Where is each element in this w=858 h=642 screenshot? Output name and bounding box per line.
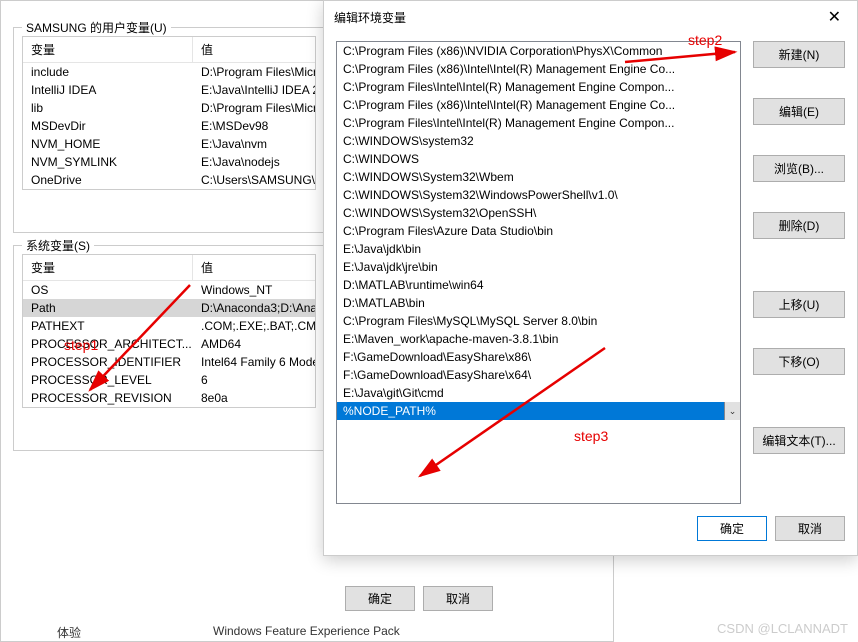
- table-row[interactable]: PathD:\Anaconda3;D:\Ana: [23, 299, 315, 317]
- cell-val: 8e0a: [193, 389, 315, 407]
- browse-button[interactable]: 浏览(B)...: [753, 155, 845, 182]
- path-item[interactable]: F:\GameDownload\EasyShare\x86\: [337, 348, 740, 366]
- cell-var: PROCESSOR_IDENTIFIER: [23, 353, 193, 371]
- cell-var: IntelliJ IDEA: [23, 81, 193, 99]
- col-var: 变量: [23, 37, 193, 62]
- title-bar: 编辑环境变量 ✕: [324, 1, 857, 33]
- cell-val: AMD64: [193, 335, 315, 353]
- col-val: 值: [193, 37, 315, 62]
- table-row[interactable]: OSWindows_NT: [23, 281, 315, 299]
- cell-val: D:\Program Files\Micr: [193, 99, 315, 117]
- col-val: 值: [193, 255, 315, 280]
- table-row[interactable]: libD:\Program Files\Micr: [23, 99, 315, 117]
- path-item[interactable]: C:\Program Files (x86)\Intel\Intel(R) Ma…: [337, 60, 740, 78]
- table-row[interactable]: IntelliJ IDEAE:\Java\IntelliJ IDEA 20: [23, 81, 315, 99]
- path-item[interactable]: E:\Maven_work\apache-maven-3.8.1\bin: [337, 330, 740, 348]
- cell-var: PATHEXT: [23, 317, 193, 335]
- cell-var: OneDrive: [23, 171, 193, 189]
- cell-val: D:\Anaconda3;D:\Ana: [193, 299, 315, 317]
- table-row[interactable]: PROCESSOR_LEVEL6: [23, 371, 315, 389]
- table-row[interactable]: includeD:\Program Files\Micr: [23, 63, 315, 81]
- table-row[interactable]: PATHEXT.COM;.EXE;.BAT;.CMD;: [23, 317, 315, 335]
- cell-var: Path: [23, 299, 193, 317]
- cutoff-row: 体验 Windows Feature Experience Pack: [57, 624, 400, 641]
- chevron-down-icon[interactable]: ⌄: [724, 402, 740, 420]
- path-edit-input[interactable]: [343, 404, 718, 418]
- cell-var: include: [23, 63, 193, 81]
- cell-var: PROCESSOR_LEVEL: [23, 371, 193, 389]
- cell-val: E:\Java\nvm: [193, 135, 315, 153]
- path-item[interactable]: C:\Program Files\Intel\Intel(R) Manageme…: [337, 78, 740, 96]
- cell-val: .COM;.EXE;.BAT;.CMD;: [193, 317, 315, 335]
- cell-val: E:\Java\IntelliJ IDEA 20: [193, 81, 315, 99]
- path-item[interactable]: E:\Java\jdk\jre\bin: [337, 258, 740, 276]
- cutoff-col1: 体验: [57, 624, 213, 641]
- path-item-editing[interactable]: ⌄: [337, 402, 740, 420]
- table-header: 变量 值: [23, 255, 315, 281]
- cell-var: PROCESSOR_REVISION: [23, 389, 193, 407]
- cancel-button[interactable]: 取消: [423, 586, 493, 611]
- cell-var: NVM_HOME: [23, 135, 193, 153]
- cell-val: Intel64 Family 6 Mode: [193, 353, 315, 371]
- cell-var: MSDevDir: [23, 117, 193, 135]
- system-vars-table[interactable]: 变量 值 OSWindows_NTPathD:\Anaconda3;D:\Ana…: [22, 254, 316, 408]
- table-row[interactable]: NVM_SYMLINKE:\Java\nodejs: [23, 153, 315, 171]
- path-item[interactable]: C:\Program Files\Azure Data Studio\bin: [337, 222, 740, 240]
- path-item[interactable]: C:\WINDOWS\System32\OpenSSH\: [337, 204, 740, 222]
- path-list[interactable]: C:\Program Files (x86)\NVIDIA Corporatio…: [336, 41, 741, 504]
- path-item[interactable]: E:\Java\git\Git\cmd: [337, 384, 740, 402]
- path-item[interactable]: C:\Program Files (x86)\Intel\Intel(R) Ma…: [337, 96, 740, 114]
- path-item[interactable]: D:\MATLAB\bin: [337, 294, 740, 312]
- ok-button[interactable]: 确定: [697, 516, 767, 541]
- path-item[interactable]: C:\WINDOWS\System32\WindowsPowerShell\v1…: [337, 186, 740, 204]
- edit-button[interactable]: 编辑(E): [753, 98, 845, 125]
- cell-var: OS: [23, 281, 193, 299]
- cell-val: C:\Users\SAMSUNG\O: [193, 171, 315, 189]
- table-header: 变量 值: [23, 37, 315, 63]
- path-item[interactable]: C:\Program Files\Intel\Intel(R) Manageme…: [337, 114, 740, 132]
- close-icon[interactable]: ✕: [822, 7, 847, 27]
- table-row[interactable]: MSDevDirE:\MSDev98: [23, 117, 315, 135]
- table-row[interactable]: PROCESSOR_IDENTIFIERIntel64 Family 6 Mod…: [23, 353, 315, 371]
- col-var: 变量: [23, 255, 193, 280]
- table-row[interactable]: OneDriveC:\Users\SAMSUNG\O: [23, 171, 315, 189]
- table-row[interactable]: PROCESSOR_REVISION8e0a: [23, 389, 315, 407]
- user-vars-label: SAMSUNG 的用户变量(U): [22, 19, 171, 36]
- cell-var: lib: [23, 99, 193, 117]
- delete-button[interactable]: 删除(D): [753, 212, 845, 239]
- new-button[interactable]: 新建(N): [753, 41, 845, 68]
- side-buttons: 新建(N) 编辑(E) 浏览(B)... 删除(D) 上移(U) 下移(O) 编…: [753, 41, 845, 504]
- cell-val: E:\Java\nodejs: [193, 153, 315, 171]
- path-item[interactable]: C:\Program Files\MySQL\MySQL Server 8.0\…: [337, 312, 740, 330]
- cutoff-col2: Windows Feature Experience Pack: [213, 624, 400, 641]
- cell-val: D:\Program Files\Micr: [193, 63, 315, 81]
- cell-var: NVM_SYMLINK: [23, 153, 193, 171]
- cell-val: 6: [193, 371, 315, 389]
- edit-env-var-dialog: 编辑环境变量 ✕ C:\Program Files (x86)\NVIDIA C…: [323, 0, 858, 556]
- ok-button[interactable]: 确定: [345, 586, 415, 611]
- path-item[interactable]: E:\Java\jdk\bin: [337, 240, 740, 258]
- cell-val: E:\MSDev98: [193, 117, 315, 135]
- path-item[interactable]: D:\MATLAB\runtime\win64: [337, 276, 740, 294]
- user-vars-table[interactable]: 变量 值 includeD:\Program Files\MicrIntelli…: [22, 36, 316, 190]
- edit-text-button[interactable]: 编辑文本(T)...: [753, 427, 845, 454]
- table-row[interactable]: NVM_HOMEE:\Java\nvm: [23, 135, 315, 153]
- path-item[interactable]: C:\WINDOWS: [337, 150, 740, 168]
- path-item[interactable]: C:\Program Files (x86)\NVIDIA Corporatio…: [337, 42, 740, 60]
- cell-val: Windows_NT: [193, 281, 315, 299]
- move-down-button[interactable]: 下移(O): [753, 348, 845, 375]
- dialog-title: 编辑环境变量: [334, 9, 406, 26]
- system-vars-label: 系统变量(S): [22, 237, 94, 254]
- cancel-button[interactable]: 取消: [775, 516, 845, 541]
- watermark: CSDN @LCLANNADT: [717, 621, 848, 636]
- move-up-button[interactable]: 上移(U): [753, 291, 845, 318]
- path-item[interactable]: C:\WINDOWS\system32: [337, 132, 740, 150]
- table-row[interactable]: PROCESSOR_ARCHITECT...AMD64: [23, 335, 315, 353]
- path-item[interactable]: F:\GameDownload\EasyShare\x64\: [337, 366, 740, 384]
- cell-var: PROCESSOR_ARCHITECT...: [23, 335, 193, 353]
- path-item[interactable]: C:\WINDOWS\System32\Wbem: [337, 168, 740, 186]
